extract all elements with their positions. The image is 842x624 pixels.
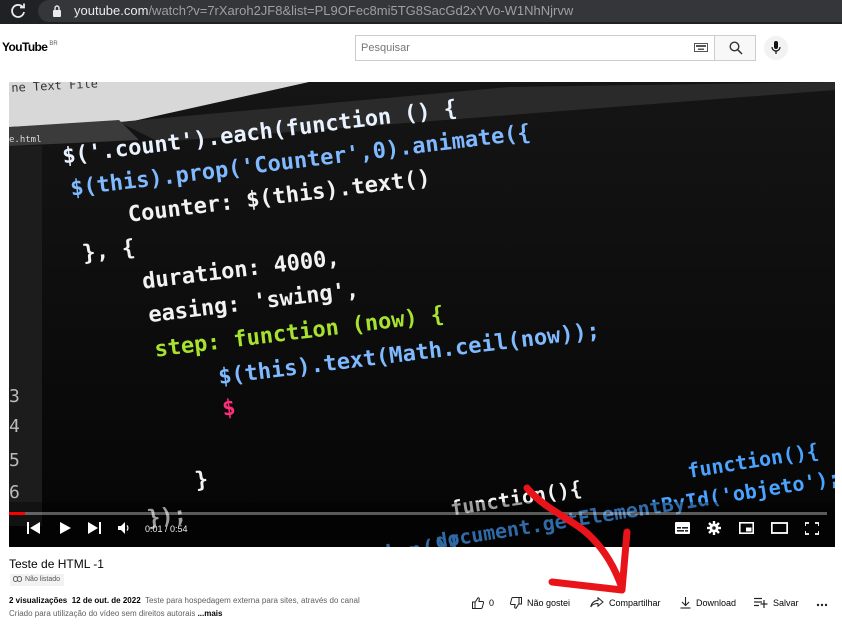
publish-date: 12 de out. de 2022	[71, 596, 141, 605]
play-icon[interactable]	[60, 522, 71, 534]
line-number: 5	[9, 450, 20, 471]
search-box	[355, 35, 715, 61]
share-icon	[590, 597, 604, 608]
next-icon[interactable]	[88, 522, 101, 534]
download-icon	[680, 597, 691, 609]
lock-icon	[53, 5, 61, 17]
reload-icon[interactable]	[10, 3, 28, 21]
video-description[interactable]: 2 visualizações 12 de out. de 2022 Teste…	[9, 596, 360, 605]
visibility-badge: Não listado	[10, 574, 65, 586]
player-controls: 0:01 / 0:54	[9, 510, 835, 547]
previous-icon[interactable]	[27, 522, 40, 534]
progress-bar[interactable]	[9, 512, 827, 515]
line-number: 6	[9, 482, 20, 503]
line-number: 4	[9, 416, 20, 437]
video-frame: ne Text File e.html $('.count').each(fun…	[9, 82, 835, 547]
save-button[interactable]: Salvar	[754, 597, 799, 608]
share-button[interactable]: Compartilhar	[590, 597, 661, 608]
progress-fill	[9, 512, 26, 515]
search-input[interactable]	[356, 36, 676, 60]
theater-mode-icon[interactable]	[771, 522, 788, 534]
youtube-logo[interactable]: YouTube BR	[2, 40, 58, 54]
microphone-icon	[771, 41, 781, 54]
more-horizontal-icon	[816, 603, 828, 607]
like-button[interactable]: 0	[472, 597, 494, 609]
view-count: 2 visualizações	[9, 596, 68, 605]
description-line: Teste para hospedagem externa para sites…	[144, 596, 360, 605]
fullscreen-icon[interactable]	[805, 522, 819, 535]
search-icon	[729, 41, 743, 55]
save-label: Salvar	[773, 597, 799, 608]
like-count: 0	[489, 598, 495, 608]
download-label: Download	[696, 598, 737, 608]
video-description-2: Criado para utilização do vídeo sem dire…	[9, 609, 222, 618]
dislike-label: Não gostei	[527, 598, 571, 608]
more-actions-button[interactable]	[816, 597, 833, 609]
thumbs-up-icon	[472, 597, 484, 609]
link-icon	[13, 576, 22, 582]
search-button[interactable]	[714, 35, 756, 61]
miniplayer-icon[interactable]	[739, 522, 754, 534]
logo-text: YouTube	[2, 40, 48, 54]
volume-icon[interactable]	[118, 522, 131, 534]
time-display: 0:01 / 0:54	[145, 524, 188, 534]
address-bar[interactable]: youtube.com/watch?v=7rXaroh2JF8&list=PL9…	[38, 0, 842, 22]
visibility-label: Não listado	[25, 576, 61, 583]
subtitles-icon[interactable]	[675, 522, 690, 534]
address-url: youtube.com/watch?v=7rXaroh2JF8&list=PL9…	[74, 3, 574, 18]
thumbs-down-icon	[510, 597, 522, 609]
dislike-button[interactable]: Não gostei	[510, 597, 570, 609]
more-link[interactable]: ...mais	[198, 609, 223, 618]
youtube-header: YouTube BR	[0, 24, 842, 68]
share-label: Compartilhar	[609, 597, 661, 608]
voice-search-button[interactable]	[764, 36, 788, 60]
settings-gear-icon[interactable]	[707, 521, 721, 535]
browser-toolbar: youtube.com/watch?v=7rXaroh2JF8&list=PL9…	[0, 0, 842, 24]
playlist-add-icon	[754, 597, 768, 608]
video-player[interactable]: ne Text File e.html $('.count').each(fun…	[9, 82, 835, 547]
logo-region: BR	[49, 41, 58, 47]
line-number: 3	[9, 386, 20, 407]
description-line: Criado para utilização do vídeo sem dire…	[9, 609, 196, 618]
keyboard-icon[interactable]	[694, 43, 708, 52]
editor-file-tab: e.html	[9, 135, 42, 145]
download-button[interactable]: Download	[680, 597, 736, 609]
video-title: Teste de HTML -1	[9, 557, 104, 571]
